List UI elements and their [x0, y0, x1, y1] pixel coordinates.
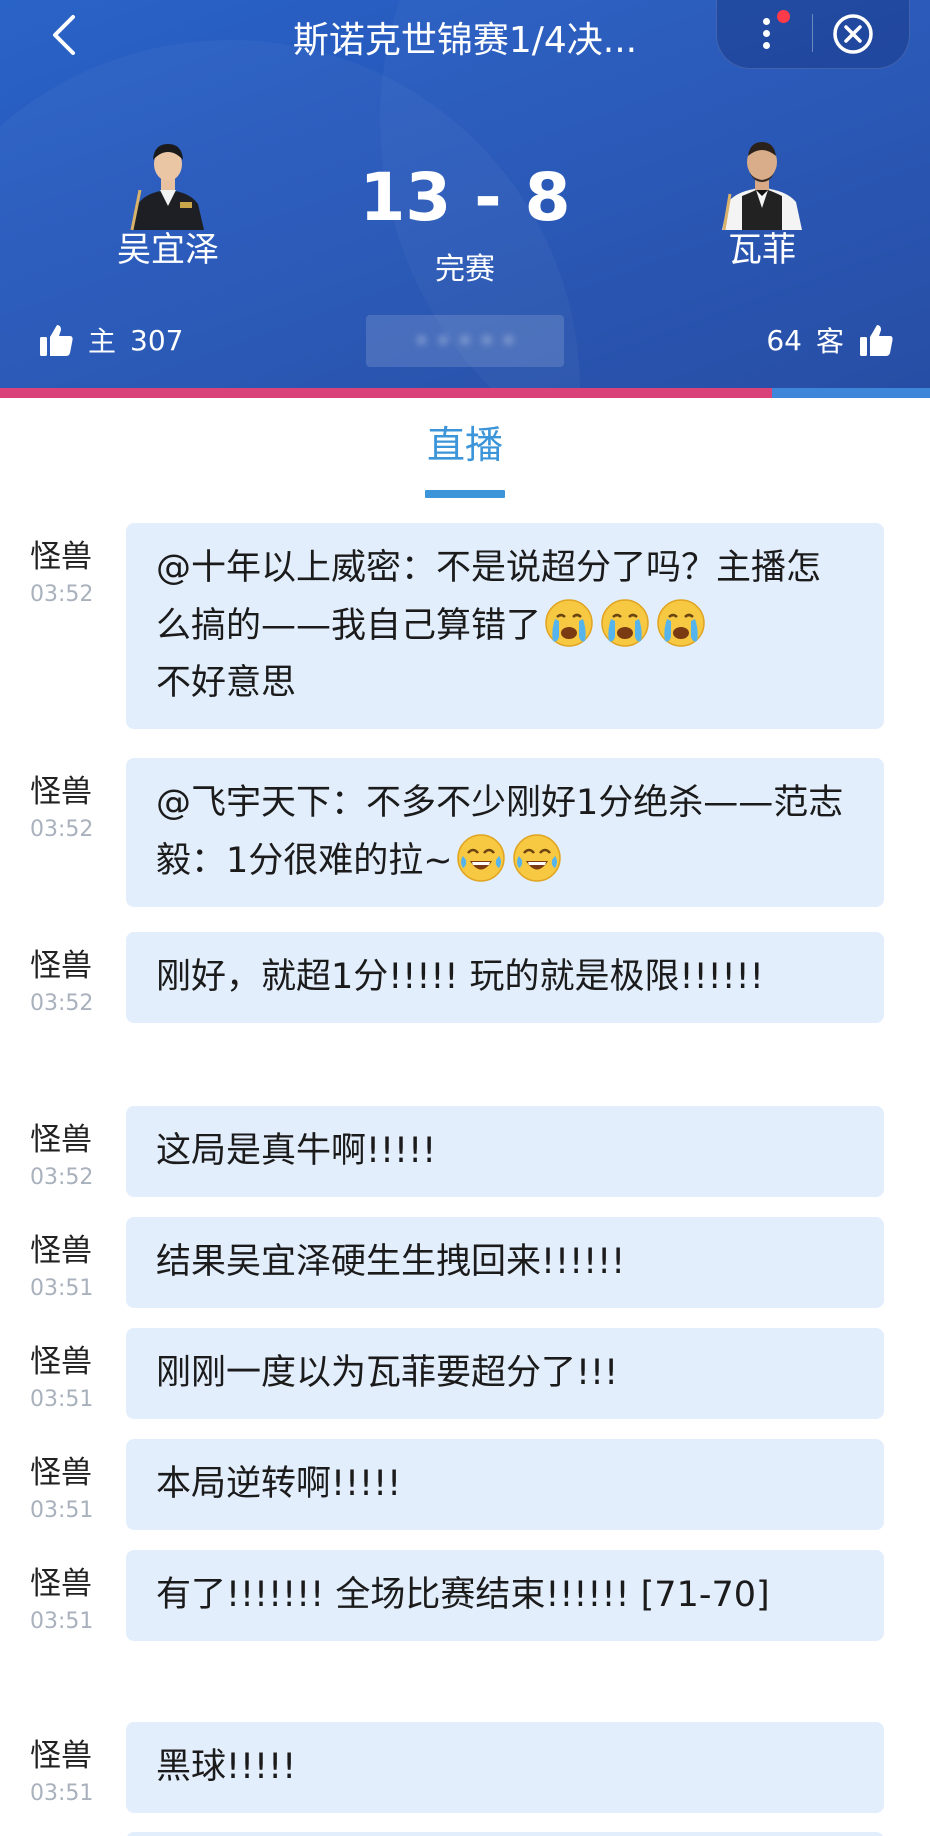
message-text: 不好意思: [156, 663, 297, 703]
home-vote-bar: [0, 388, 772, 398]
message-author: 怪兽: [30, 539, 92, 575]
match-status: 完赛: [435, 252, 495, 287]
message-author: 怪兽: [30, 948, 92, 984]
back-button[interactable]: [44, 10, 84, 60]
message-time: 03:52: [30, 582, 94, 607]
tab-active-indicator: [425, 490, 505, 498]
notification-dot: [777, 10, 790, 23]
message-bubble: @十年以上威密：不是说超分了吗？主播怎么搞的——我自己算错了不好意思: [126, 523, 884, 729]
away-player-photo: [722, 142, 802, 231]
message-text: @十年以上威密：不是说超分了吗？主播怎么搞的——我自己算错了: [156, 548, 822, 646]
mini-program-capsule: [716, 0, 910, 69]
away-vote-count: 64: [766, 323, 802, 357]
close-circle-icon: [833, 14, 873, 54]
message-time: 03:51: [30, 1387, 94, 1412]
message-author: 怪兽: [30, 1122, 92, 1158]
tab-bar: 直播: [0, 398, 930, 508]
message-bubble: 结果吴宜泽硬生生拽回来!!!!!!: [126, 1217, 884, 1308]
vote-ratio-bar: [0, 388, 930, 398]
message-bubble: 刚好，就超1分!!!!! 玩的就是极限!!!!!!: [126, 932, 884, 1023]
away-player[interactable]: 瓦菲: [662, 130, 862, 280]
match-score: 13 - 8: [359, 159, 571, 236]
more-button[interactable]: [741, 8, 791, 58]
home-vote-count: 307: [130, 323, 184, 357]
message-time: 03:51: [30, 1609, 94, 1634]
close-button[interactable]: [831, 12, 875, 56]
home-player-name: 吴宜泽: [117, 230, 219, 270]
message-author: 怪兽: [30, 1566, 92, 1602]
message-time: 03:52: [30, 817, 94, 842]
message-author: 怪兽: [30, 1738, 92, 1774]
cry-emoji-icon: [655, 597, 707, 649]
message-time: 03:52: [30, 991, 94, 1016]
message-author: 怪兽: [30, 1455, 92, 1491]
message-time: 03:51: [30, 1781, 94, 1806]
chevron-left-icon: [53, 15, 75, 55]
message-bubble-partial: [126, 1832, 884, 1836]
home-vote-label: 主: [88, 325, 117, 358]
home-vote-button[interactable]: 主 307: [38, 318, 183, 362]
page-title: 斯诺克世锦赛1/4决...: [292, 20, 638, 61]
message-bubble: 这局是真牛啊!!!!!: [126, 1106, 884, 1197]
message-author: 怪兽: [30, 1344, 92, 1380]
message-author: 怪兽: [30, 774, 92, 810]
cry-emoji-icon: [543, 597, 595, 649]
capsule-divider: [812, 14, 813, 52]
thumbs-up-icon: [860, 325, 893, 356]
laugh-emoji-icon: [455, 832, 507, 884]
home-player-photo: [130, 144, 204, 231]
message-time: 03:51: [30, 1276, 94, 1301]
away-vote-button[interactable]: 64 客: [766, 318, 894, 362]
message-bubble: 黑球!!!!!: [126, 1722, 884, 1813]
message-time: 03:51: [30, 1498, 94, 1523]
blurred-placeholder: • • • • •: [366, 315, 564, 367]
cry-emoji-icon: [599, 597, 651, 649]
away-vote-bar: [772, 388, 930, 398]
message-time: 03:52: [30, 1165, 94, 1190]
away-vote-label: 客: [815, 325, 844, 358]
message-author: 怪兽: [30, 1233, 92, 1269]
match-header: 斯诺克世锦赛1/4决... 吴宜泽 13 - 8 完赛 瓦菲 主 307 • •…: [0, 0, 930, 388]
message-bubble: 刚刚一度以为瓦菲要超分了!!!: [126, 1328, 884, 1419]
thumbs-up-icon: [40, 325, 73, 356]
tab-live[interactable]: 直播: [415, 420, 515, 470]
message-bubble: @飞宇天下：不多不少刚好1分绝杀——范志毅：1分很难的拉~: [126, 758, 884, 907]
live-feed[interactable]: 怪兽 03:52 @十年以上威密：不是说超分了吗？主播怎么搞的——我自己算错了不…: [0, 508, 930, 1836]
away-player-name: 瓦菲: [728, 230, 796, 270]
message-bubble: 有了!!!!!!! 全场比赛结束!!!!!! [71-70]: [126, 1550, 884, 1641]
home-player[interactable]: 吴宜泽: [68, 130, 268, 280]
laugh-emoji-icon: [511, 832, 563, 884]
message-bubble: 本局逆转啊!!!!!: [126, 1439, 884, 1530]
